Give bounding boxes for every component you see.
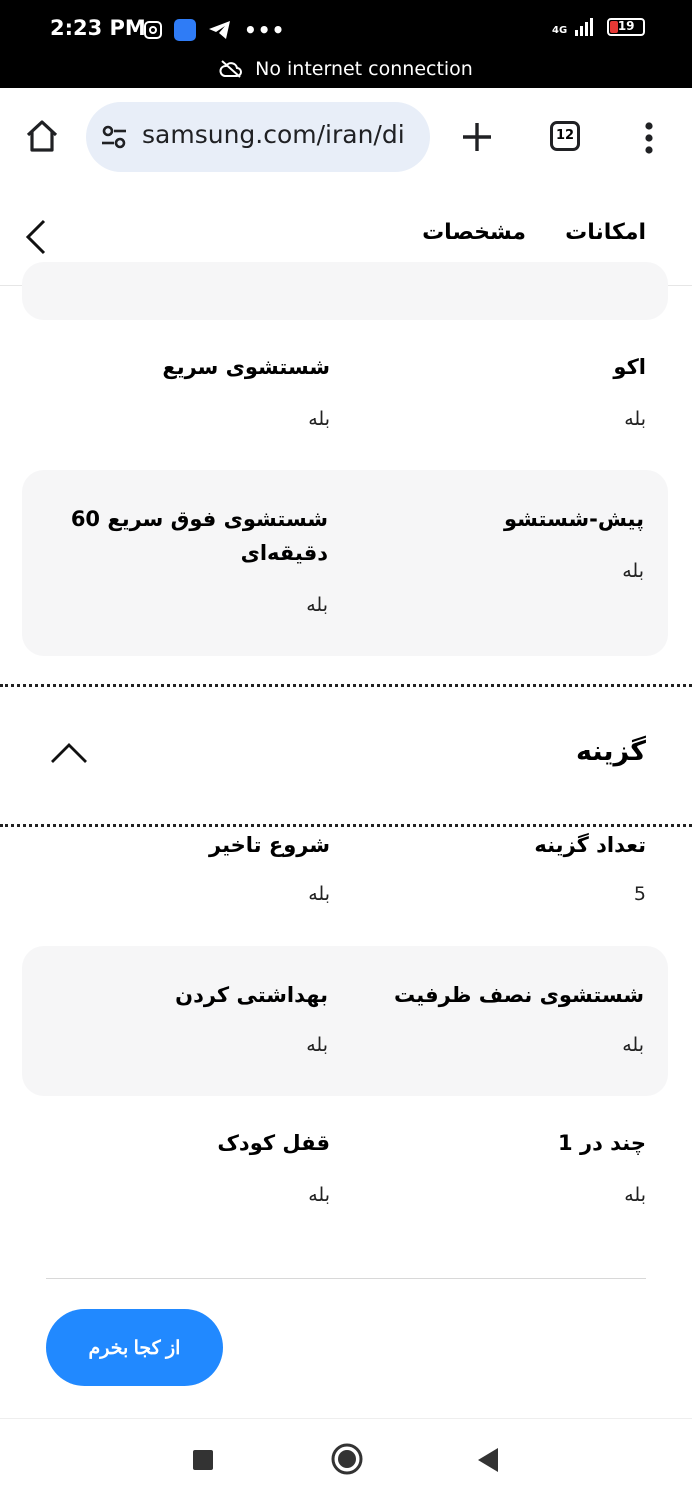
app-icon: [174, 19, 196, 41]
back-button[interactable]: [22, 217, 48, 261]
no-internet-banner: No internet connection: [0, 58, 692, 83]
spec-value: بله: [306, 1034, 328, 1056]
plus-icon: [463, 123, 491, 151]
spec-value: بله: [624, 408, 646, 430]
signal-icon: [575, 16, 594, 36]
new-tab-button[interactable]: [461, 121, 493, 157]
square-icon: [193, 1450, 213, 1470]
spec-value: بله: [622, 1034, 644, 1056]
spec-value: بله: [622, 560, 644, 582]
spec-value: بله: [308, 408, 330, 430]
cloud-off-icon: [219, 60, 243, 83]
spec-title: شروع تاخیر: [209, 833, 330, 857]
tab-features[interactable]: امکانات: [565, 220, 646, 245]
url-bar[interactable]: samsung.com/iran/di: [86, 102, 430, 172]
content-divider: [46, 1278, 646, 1279]
battery-icon: 19: [607, 18, 646, 36]
site-settings-icon[interactable]: [100, 124, 128, 154]
section-options-header[interactable]: گزینه: [0, 688, 692, 824]
section-title: گزینه: [575, 736, 646, 767]
spec-value: بله: [624, 1184, 646, 1206]
spec-card: شستشوی نصف ظرفیت بله بهداشتی کردن بله: [22, 946, 668, 1096]
spec-title: اکو: [613, 355, 646, 379]
section-divider: [0, 824, 692, 827]
back-nav-button[interactable]: [476, 1447, 500, 1477]
chevron-left-icon: [25, 219, 46, 255]
browser-toolbar: samsung.com/iran/di 12: [0, 88, 692, 188]
spec-row: تعداد گزینه 5 شروع تاخیر بله: [0, 828, 692, 928]
recents-button[interactable]: [192, 1449, 214, 1475]
tab-switcher-button[interactable]: 12: [550, 121, 580, 151]
spec-value: بله: [306, 594, 328, 616]
spec-row: اکو بله شستشوی سریع بله: [0, 350, 692, 450]
home-button[interactable]: [24, 118, 60, 158]
no-internet-text: No internet connection: [255, 58, 473, 80]
notification-icons: •••: [144, 18, 285, 42]
spec-title: چند در 1: [558, 1131, 646, 1155]
section-divider: [0, 684, 692, 687]
network-label: 4G: [552, 25, 568, 36]
circle-icon: [331, 1443, 363, 1475]
system-nav-bar: [0, 1418, 692, 1501]
status-time: 2:23 PM: [50, 16, 146, 40]
status-bar: 2:23 PM ••• 4G 19 No internet connection: [0, 0, 692, 88]
network-status: 4G 19: [552, 16, 646, 36]
spec-title: پیش-شستشو: [504, 507, 644, 531]
instagram-icon: [144, 21, 162, 39]
spec-value: 5: [633, 883, 646, 905]
spec-value: بله: [308, 883, 330, 905]
spec-title: قفل کودک: [217, 1131, 330, 1155]
spec-value: بله: [308, 1184, 330, 1206]
url-text: samsung.com/iran/di: [142, 120, 405, 149]
where-to-buy-button[interactable]: از کجا بخرم: [46, 1309, 223, 1386]
spec-card: پیش-شستشو بله شستشوی فوق سریع 60 دقیقه‌ا…: [22, 470, 668, 656]
home-nav-button[interactable]: [330, 1442, 364, 1480]
chevron-up-icon: [51, 743, 87, 763]
telegram-icon: [209, 21, 230, 39]
collapse-button[interactable]: [50, 742, 88, 768]
battery-level: 19: [617, 19, 635, 33]
more-notifications-icon: •••: [244, 18, 286, 42]
tab-specs[interactable]: مشخصات: [422, 220, 526, 245]
browser-menu-button[interactable]: [643, 121, 655, 159]
kebab-menu-icon: [645, 122, 653, 154]
spec-row: چند در 1 بله قفل کودک بله: [0, 1126, 692, 1226]
triangle-back-icon: [478, 1448, 498, 1472]
spec-title: شستشوی فوق سریع 60 دقیقه‌ای: [70, 507, 328, 565]
spec-title: تعداد گزینه: [534, 833, 646, 857]
home-icon: [26, 120, 58, 152]
spec-card-partial: [22, 262, 668, 320]
spec-title: شستشوی نصف ظرفیت: [394, 983, 644, 1007]
spec-title: بهداشتی کردن: [175, 983, 328, 1007]
spec-title: شستشوی سریع: [162, 355, 330, 379]
